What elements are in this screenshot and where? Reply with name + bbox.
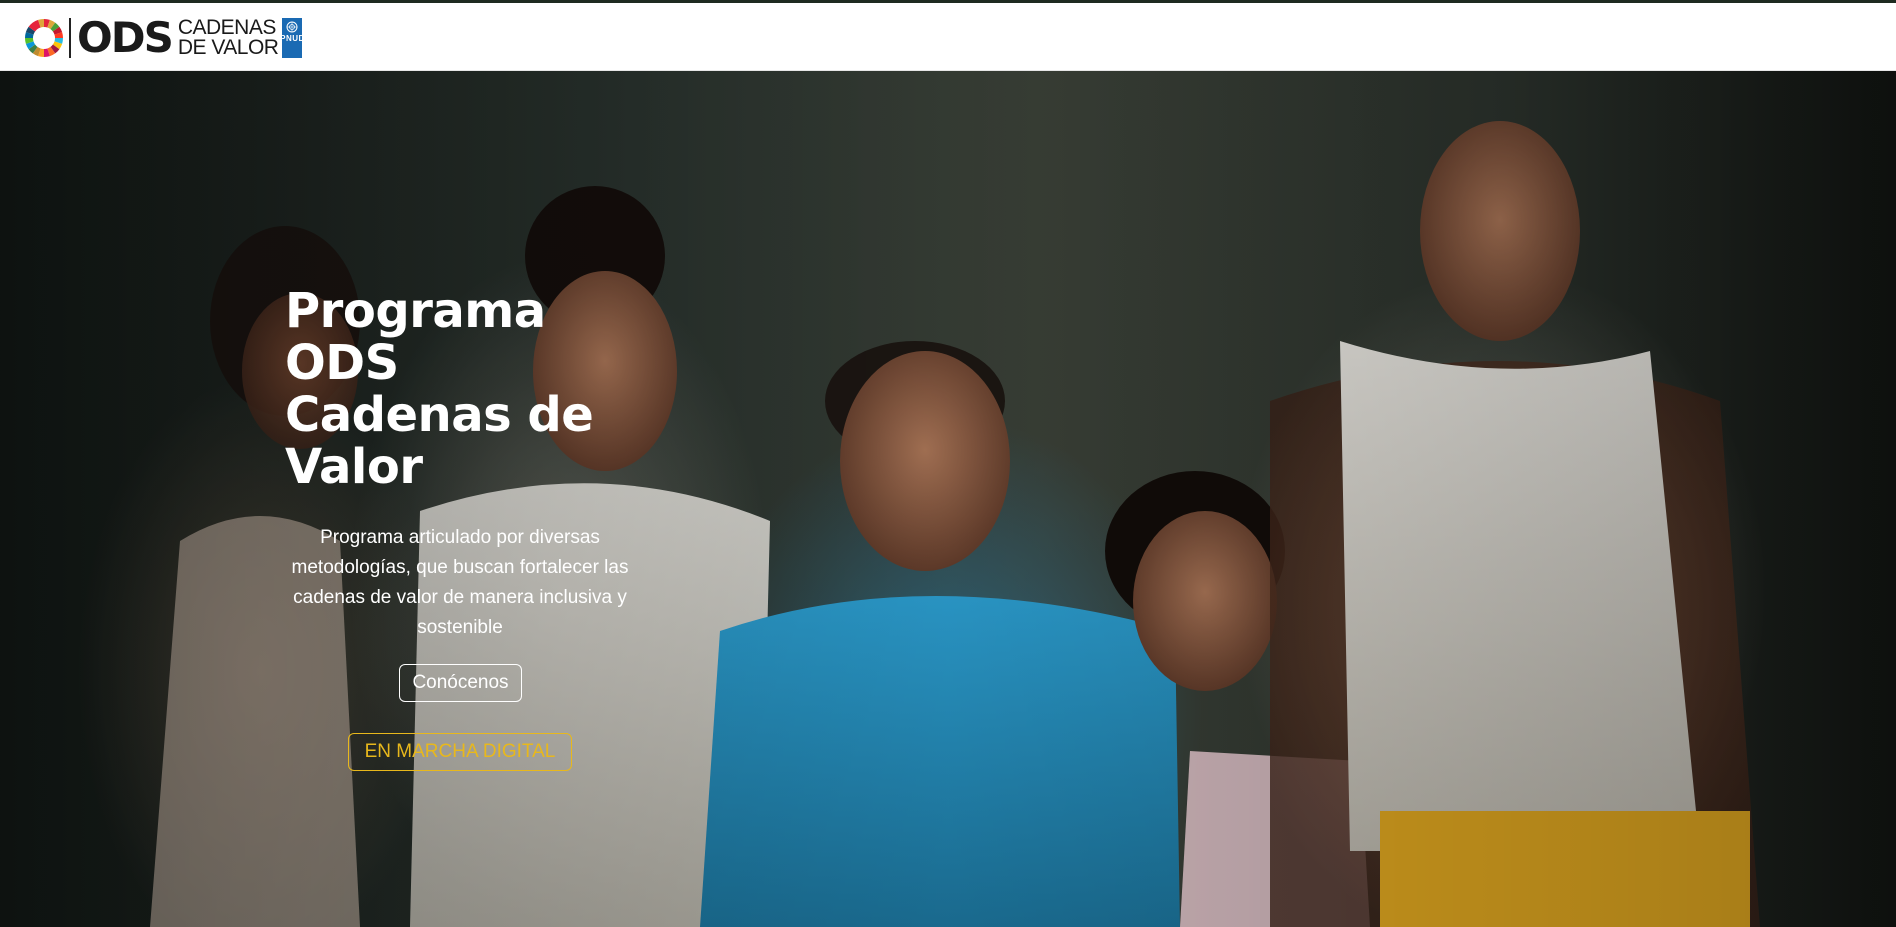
site-logo[interactable]: ODS CADENAS DE VALOR PNUD bbox=[24, 16, 305, 60]
logo-subtitle-line-1: CADENAS bbox=[177, 16, 277, 39]
hero-title-line-3: Cadenas de bbox=[285, 387, 594, 443]
logo-subtitle: CADENAS DE VALOR bbox=[177, 16, 279, 59]
about-button[interactable]: Conócenos bbox=[399, 664, 522, 702]
hero-title-line-2: ODS bbox=[285, 335, 399, 391]
sdg-wheel-icon bbox=[24, 18, 64, 58]
hero-description: Programa articulado por diversas metodol… bbox=[291, 527, 629, 638]
logo-subtitle-line-2: DE VALOR bbox=[177, 36, 279, 59]
undp-label: PNUD bbox=[280, 34, 305, 43]
logo-wordmark: ODS bbox=[69, 17, 174, 59]
hero-title-line-1: Programa bbox=[285, 283, 546, 339]
un-emblem-icon bbox=[286, 21, 298, 33]
digital-program-button[interactable]: EN MARCHA DIGITAL bbox=[348, 733, 572, 771]
hero-overlay bbox=[0, 71, 1896, 927]
hero-section: Programa ODS Cadenas de Valor Programa a… bbox=[0, 71, 1896, 927]
site-header: ODS CADENAS DE VALOR PNUD bbox=[0, 3, 1896, 71]
hero-title-line-4: Valor bbox=[285, 439, 423, 495]
undp-badge: PNUD bbox=[280, 18, 305, 58]
hero-title: Programa ODS Cadenas de Valor bbox=[285, 285, 625, 493]
